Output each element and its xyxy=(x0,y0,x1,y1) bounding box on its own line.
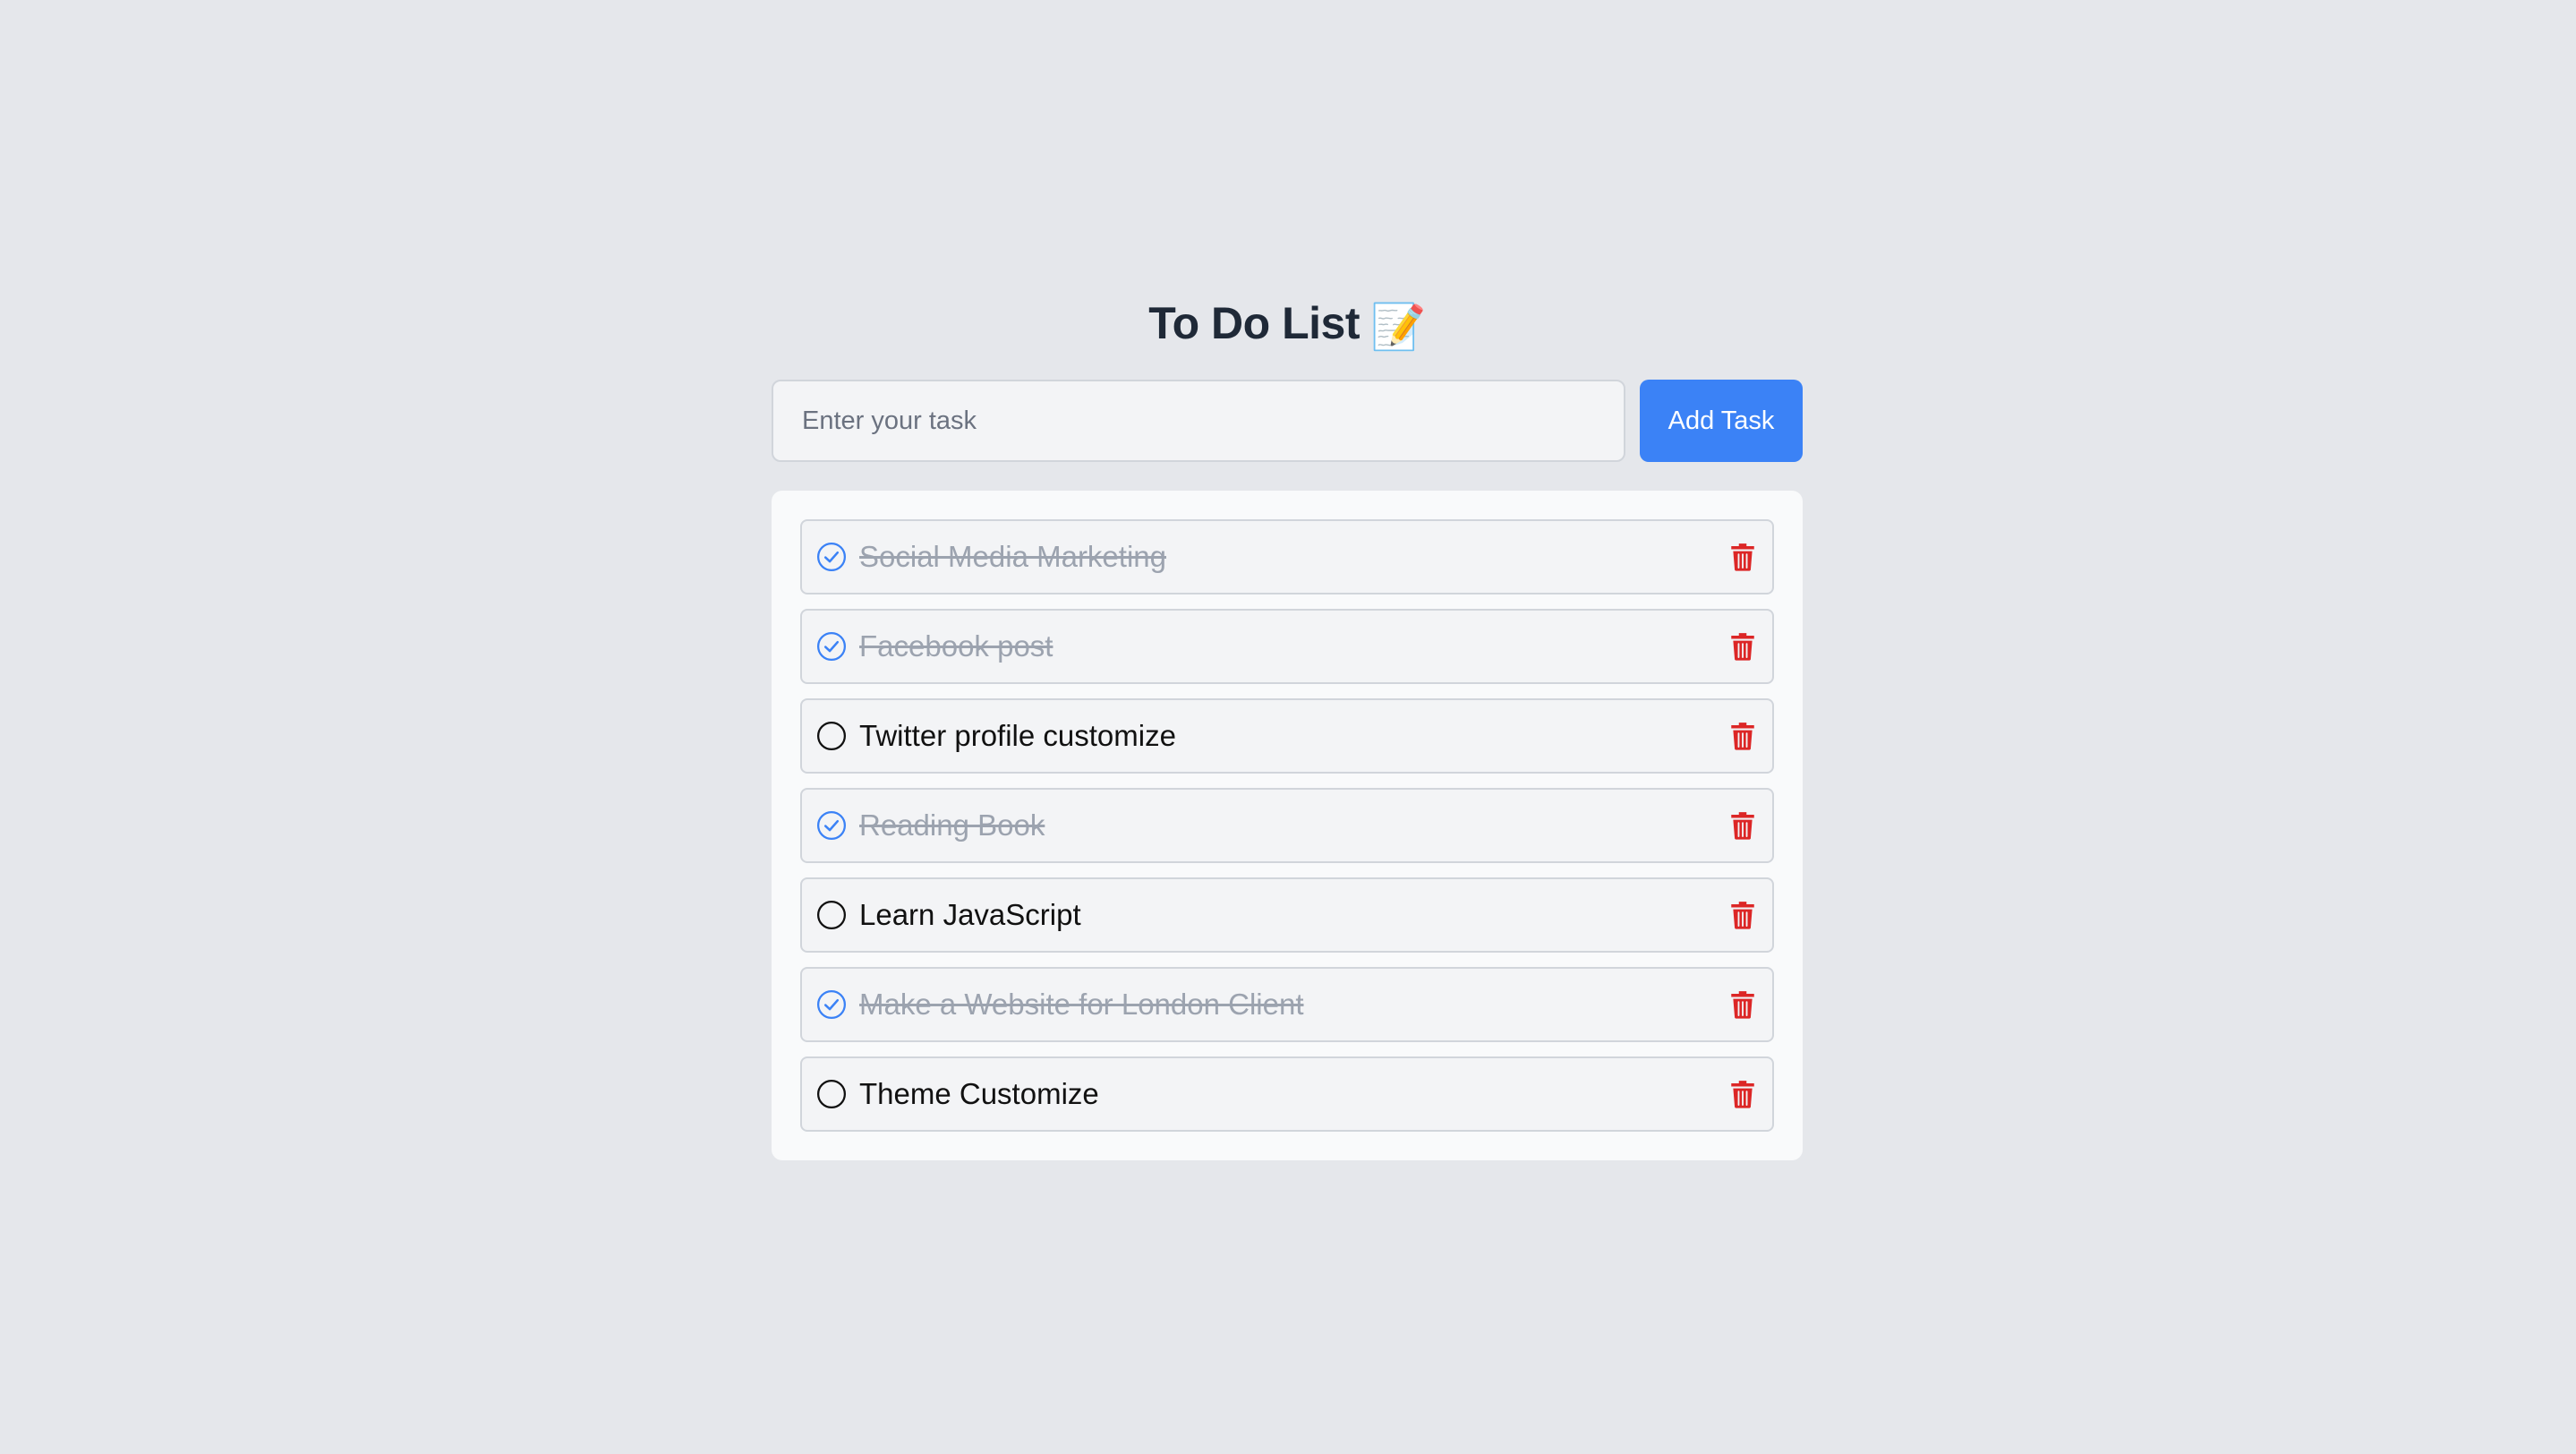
task-form: Add Task xyxy=(772,380,1803,462)
task-text: Learn JavaScript xyxy=(859,898,1081,931)
trash-icon[interactable] xyxy=(1729,542,1756,572)
check-circle-icon[interactable] xyxy=(816,542,847,572)
trash-icon[interactable] xyxy=(1729,1079,1756,1109)
empty-circle-icon[interactable] xyxy=(816,1079,847,1109)
task-list-panel: Social Media Marketing Facebook post Twitt… xyxy=(772,491,1803,1160)
task-text: Facebook post xyxy=(859,629,1053,663)
trash-icon[interactable] xyxy=(1729,900,1756,930)
empty-circle-icon[interactable] xyxy=(816,900,847,930)
check-circle-icon[interactable] xyxy=(816,810,847,841)
add-task-button[interactable]: Add Task xyxy=(1640,380,1803,462)
trash-icon[interactable] xyxy=(1729,721,1756,751)
trash-icon[interactable] xyxy=(1729,631,1756,662)
task-item[interactable]: Twitter profile customize xyxy=(800,698,1774,774)
trash-icon[interactable] xyxy=(1729,810,1756,841)
memo-emoji-icon: 📝 xyxy=(1369,302,1426,352)
check-circle-icon[interactable] xyxy=(816,989,847,1020)
task-item[interactable]: Make a Website for London Client xyxy=(800,967,1774,1042)
task-item[interactable]: Learn JavaScript xyxy=(800,877,1774,953)
task-text: Theme Customize xyxy=(859,1077,1099,1110)
empty-circle-icon[interactable] xyxy=(816,721,847,751)
check-circle-icon[interactable] xyxy=(816,631,847,662)
task-text: Reading Book xyxy=(859,808,1045,842)
task-item[interactable]: Facebook post xyxy=(800,609,1774,684)
task-item[interactable]: Theme Customize xyxy=(800,1056,1774,1132)
title-text: To Do List xyxy=(1148,298,1360,348)
task-item[interactable]: Social Media Marketing xyxy=(800,519,1774,594)
task-list: Social Media Marketing Facebook post Twitt… xyxy=(800,519,1774,1132)
page-title: To Do List 📝 xyxy=(772,295,1803,352)
task-text: Make a Website for London Client xyxy=(859,988,1304,1021)
task-input[interactable] xyxy=(772,380,1625,462)
task-text: Social Media Marketing xyxy=(859,540,1166,573)
todo-app: To Do List📝 Add Task Social Media Market… xyxy=(772,295,1803,1160)
task-text: Twitter profile customize xyxy=(859,719,1176,752)
task-item[interactable]: Reading Book xyxy=(800,788,1774,863)
trash-icon[interactable] xyxy=(1729,989,1756,1020)
